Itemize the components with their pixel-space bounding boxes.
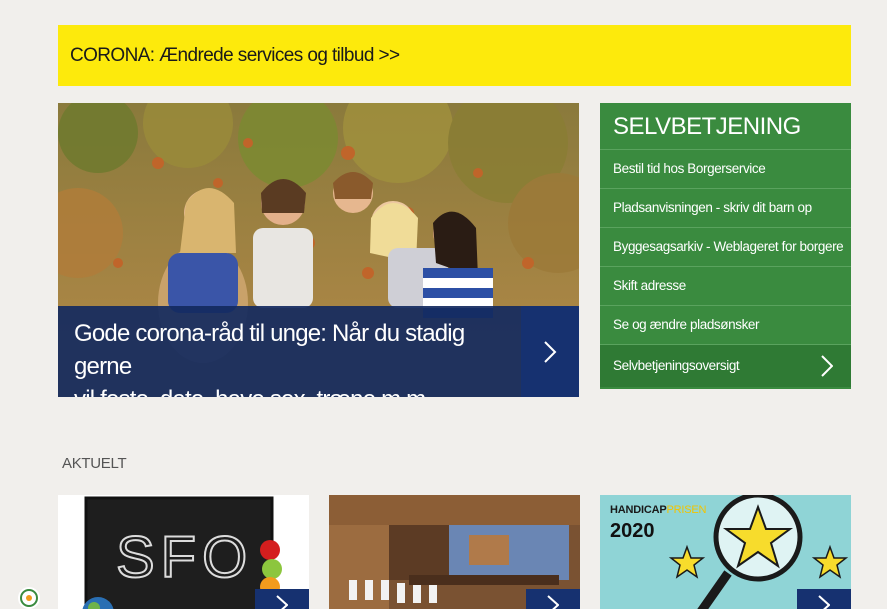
hero-caption[interactable]: Gode corona-råd til unge: Når du stadig … [58, 306, 579, 397]
hero-caption-line-2: vil feste, date, have sex, træne m.m. [74, 383, 514, 397]
chevron-right-icon [821, 355, 833, 377]
chevron-right-icon [276, 595, 288, 609]
selfservice-item-building-archive[interactable]: Byggesagsarkiv - Weblageret for borgere [600, 228, 851, 267]
news-card-council-hall[interactable] [329, 495, 580, 609]
aktuelt-heading: AKTUELT [62, 455, 127, 472]
selfservice-title: SELVBETJENING [600, 103, 851, 150]
chevron-right-icon [547, 595, 559, 609]
handicap-prize-label-accent: PRISEN [666, 504, 707, 516]
hero-caption-text: Gode corona-råd til unge: Når du stadig … [74, 317, 514, 397]
card-arrow-button[interactable] [526, 589, 580, 609]
news-card-sfo[interactable]: SFO [58, 495, 309, 609]
selfservice-overview-label: Selvbetjeningsoversigt [613, 358, 740, 373]
accessibility-icon-glyph [20, 589, 38, 607]
chevron-right-icon [818, 595, 830, 609]
accessibility-icon[interactable] [18, 587, 40, 609]
selfservice-item-book-appointment[interactable]: Bestil tid hos Borgerservice [600, 150, 851, 189]
handicap-prize-year: 2020 [610, 520, 655, 542]
news-card-handicap-prize[interactable]: HANDICAPPRISEN 2020 [600, 495, 851, 609]
sfo-chalk-text: SFO [116, 525, 253, 590]
selfservice-panel: SELVBETJENING Bestil tid hos Borgerservi… [600, 103, 851, 389]
selfservice-item-change-address[interactable]: Skift adresse [600, 267, 851, 306]
card-arrow-button[interactable] [797, 589, 851, 609]
hero-arrow-button[interactable] [521, 306, 579, 397]
hero-teaser[interactable]: Gode corona-råd til unge: Når du stadig … [58, 103, 579, 397]
selfservice-item-placement-wishes[interactable]: Se og ændre pladsønsker [600, 306, 851, 345]
corona-banner-link[interactable]: CORONA: Ændrede services og tilbud >> [58, 25, 851, 86]
chevron-right-icon [544, 340, 557, 363]
handicap-prize-label: HANDICAPPRISEN [610, 504, 706, 516]
selfservice-item-childcare-signup[interactable]: Pladsanvisningen - skriv dit barn op [600, 189, 851, 228]
card-arrow-button[interactable] [255, 589, 309, 609]
handicap-prize-label-bold: HANDICAP [610, 504, 667, 516]
hero-caption-line-1: Gode corona-råd til unge: Når du stadig … [74, 320, 465, 380]
selfservice-overview-link[interactable]: Selvbetjeningsoversigt [600, 345, 851, 387]
